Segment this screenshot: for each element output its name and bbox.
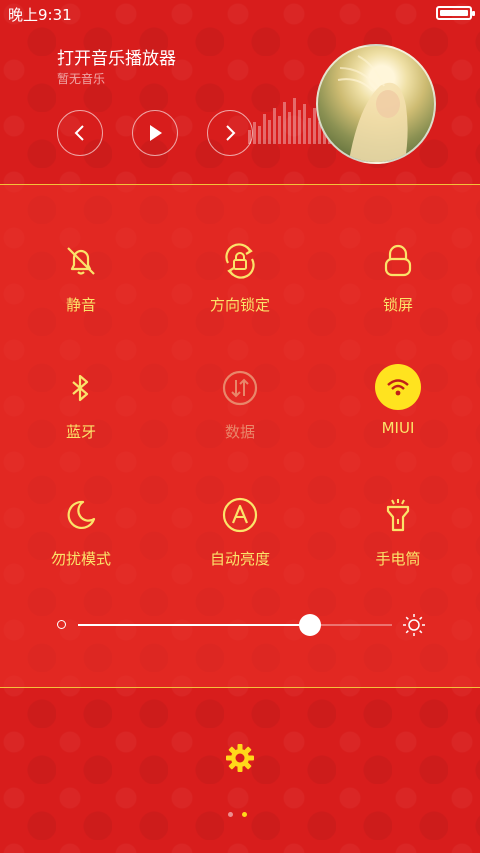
toggle-do-not-disturb[interactable]: 勿扰模式	[21, 491, 141, 569]
toggle-label: 蓝牙	[65, 423, 96, 441]
data-arrows-icon	[216, 364, 264, 412]
brightness-high-icon	[403, 614, 425, 636]
gear-icon[interactable]	[225, 743, 255, 773]
chevron-left-icon	[74, 125, 84, 141]
brightness-thumb[interactable]	[299, 614, 322, 636]
toggle-lock-screen[interactable]: 锁屏	[338, 237, 458, 315]
page-dot-active	[242, 812, 247, 817]
toggle-mobile-data[interactable]: 数据	[180, 364, 300, 442]
rotation-lock-icon	[216, 237, 264, 285]
bell-off-icon	[57, 237, 105, 285]
battery-icon	[436, 6, 475, 20]
toggle-silent[interactable]: 静音	[21, 237, 141, 315]
status-bar: 晚上9:31	[0, 0, 480, 26]
previous-button[interactable]	[57, 110, 103, 156]
toggle-bluetooth[interactable]: 蓝牙	[21, 364, 141, 442]
toggle-label: 数据	[224, 423, 255, 441]
status-time: 晚上9:31	[8, 6, 72, 24]
next-button[interactable]	[207, 110, 253, 156]
brightness-fill	[78, 624, 311, 626]
toggle-label: MIUI	[381, 419, 415, 437]
wifi-icon	[375, 364, 421, 410]
music-subtitle: 暂无音乐	[57, 72, 106, 86]
music-title[interactable]: 打开音乐播放器	[57, 44, 176, 69]
music-widget: 打开音乐播放器 暂无音乐	[0, 26, 480, 184]
toggle-rotation-lock[interactable]: 方向锁定	[180, 237, 300, 315]
toggle-auto-brightness[interactable]: 自动亮度	[180, 491, 300, 569]
brightness-track[interactable]	[78, 614, 392, 636]
album-art[interactable]	[316, 44, 436, 164]
play-button[interactable]	[132, 110, 178, 156]
brightness-slider[interactable]	[57, 612, 427, 638]
lock-icon	[374, 237, 422, 285]
toggle-label: 锁屏	[382, 296, 413, 314]
bluetooth-icon	[57, 364, 105, 412]
toggle-label: 自动亮度	[209, 550, 270, 568]
toggle-label: 方向锁定	[209, 296, 270, 314]
toggle-wifi[interactable]: MIUI	[338, 364, 458, 437]
play-icon	[150, 125, 162, 141]
auto-brightness-icon	[216, 491, 264, 539]
album-cover	[337, 55, 408, 162]
moon-icon	[57, 491, 105, 539]
page-dot	[228, 812, 233, 817]
flashlight-icon	[374, 491, 422, 539]
toggle-label: 勿扰模式	[50, 550, 111, 568]
toggle-label: 静音	[65, 296, 96, 314]
brightness-low-icon	[57, 620, 66, 629]
toggle-flashlight[interactable]: 手电筒	[338, 491, 458, 569]
chevron-right-icon	[226, 125, 236, 141]
toggle-label: 手电筒	[375, 550, 421, 568]
